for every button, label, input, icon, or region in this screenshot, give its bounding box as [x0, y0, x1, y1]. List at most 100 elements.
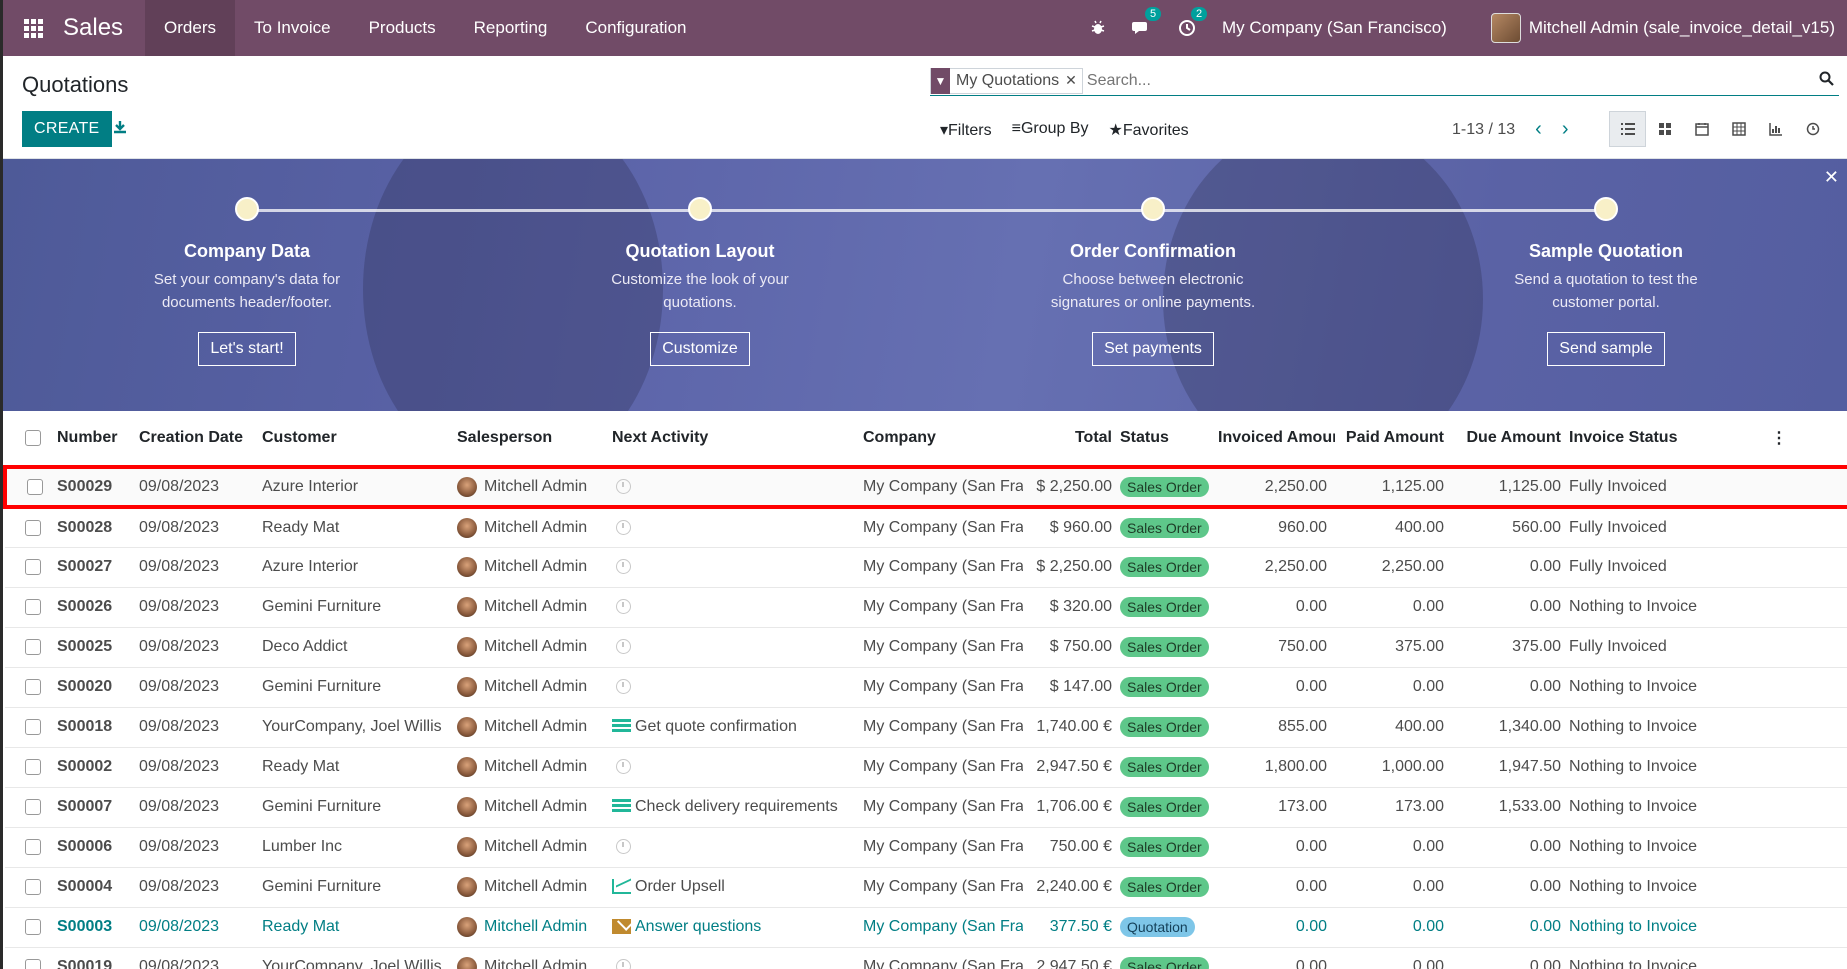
- column-next-activity[interactable]: Next Activity: [612, 411, 863, 468]
- activity-clock-icon[interactable]: [616, 759, 631, 775]
- company-switcher[interactable]: My Company (San Francisco): [1222, 18, 1447, 38]
- search-input[interactable]: [1086, 67, 1819, 94]
- calendar-view-icon[interactable]: [1683, 111, 1720, 147]
- row-next-activity[interactable]: [612, 547, 863, 588]
- table-row[interactable]: S00002 09/08/2023 Ready Mat Mitchell Admin M…: [5, 747, 1847, 788]
- column-paid-amount[interactable]: Paid Amount: [1335, 411, 1452, 468]
- column-due-amount[interactable]: Due Amount: [1452, 411, 1569, 468]
- column-total[interactable]: Total: [1023, 411, 1120, 468]
- search-facet[interactable]: ▼ My Quotations ✕: [930, 67, 1083, 94]
- row-next-activity[interactable]: Check delivery requirements: [612, 787, 863, 828]
- menu-orders[interactable]: Orders: [145, 0, 236, 56]
- pivot-view-icon[interactable]: [1720, 111, 1757, 147]
- groupby-dropdown[interactable]: ≡Group By: [1012, 120, 1089, 140]
- activity-clock-icon[interactable]: [616, 520, 631, 536]
- row-next-activity[interactable]: [612, 827, 863, 868]
- graph-view-icon[interactable]: [1757, 111, 1794, 147]
- activity-clock-icon[interactable]: [616, 839, 631, 855]
- column-company[interactable]: Company: [863, 411, 1023, 468]
- messages-icon[interactable]: 5: [1131, 7, 1162, 37]
- column-status[interactable]: Status: [1120, 411, 1218, 468]
- kanban-view-icon[interactable]: [1646, 111, 1683, 147]
- table-row[interactable]: S00004 09/08/2023 Gemini Furniture Mitchell…: [5, 867, 1847, 908]
- activities-clock-icon[interactable]: 2: [1178, 7, 1208, 37]
- row-checkbox[interactable]: [5, 827, 57, 868]
- filters-dropdown[interactable]: ▾Filters: [940, 120, 992, 140]
- download-icon[interactable]: [113, 118, 127, 139]
- row-next-activity[interactable]: [612, 747, 863, 788]
- column-invoice-status[interactable]: Invoice Status: [1569, 411, 1709, 468]
- table-row[interactable]: S00020 09/08/2023 Gemini Furniture Mitchell…: [5, 667, 1847, 708]
- activity-todo-icon[interactable]: [612, 799, 631, 815]
- row-next-activity[interactable]: [612, 627, 863, 668]
- table-row[interactable]: S00028 09/08/2023 Ready Mat Mitchell Admin M…: [5, 507, 1847, 548]
- send-sample-button[interactable]: Send sample: [1547, 332, 1665, 366]
- apps-menu-icon[interactable]: [3, 0, 63, 56]
- row-checkbox[interactable]: [5, 947, 57, 969]
- menu-to-invoice[interactable]: To Invoice: [235, 0, 350, 56]
- activity-view-icon[interactable]: [1794, 111, 1831, 147]
- row-next-activity[interactable]: [612, 587, 863, 628]
- column-number[interactable]: Number: [57, 411, 139, 468]
- menu-reporting[interactable]: Reporting: [455, 0, 567, 56]
- table-row[interactable]: S00003 09/08/2023 Ready Mat Mitchell Admin A…: [5, 907, 1847, 948]
- pager-previous-icon[interactable]: ‹: [1535, 118, 1542, 141]
- row-next-activity[interactable]: [612, 947, 863, 969]
- row-next-activity[interactable]: [612, 465, 863, 509]
- table-row[interactable]: S00029 09/08/2023 Azure Interior Mitchell A…: [3, 465, 1847, 509]
- activity-clock-icon[interactable]: [616, 639, 631, 655]
- activity-clock-icon[interactable]: [616, 599, 631, 615]
- activity-clock-icon[interactable]: [616, 479, 631, 495]
- search-bar[interactable]: ▼ My Quotations ✕: [930, 66, 1839, 96]
- list-view-icon[interactable]: [1609, 111, 1646, 147]
- table-row[interactable]: S00006 09/08/2023 Lumber Inc Mitchell Admin…: [5, 827, 1847, 868]
- close-icon[interactable]: ✕: [1824, 167, 1839, 188]
- activity-envelope-icon[interactable]: [612, 919, 631, 935]
- row-checkbox[interactable]: [5, 747, 57, 788]
- row-checkbox[interactable]: [3, 465, 57, 509]
- row-next-activity[interactable]: Get quote confirmation: [612, 707, 863, 748]
- user-menu[interactable]: Mitchell Admin (sale_invoice_detail_v15): [1490, 13, 1835, 43]
- activity-clock-icon[interactable]: [616, 679, 631, 695]
- column-customer[interactable]: Customer: [262, 411, 457, 468]
- app-brand[interactable]: Sales: [63, 14, 145, 42]
- search-icon[interactable]: [1819, 70, 1839, 91]
- row-checkbox[interactable]: [5, 707, 57, 748]
- row-checkbox[interactable]: [5, 547, 57, 588]
- table-row[interactable]: S00026 09/08/2023 Gemini Furniture Mitchell…: [5, 587, 1847, 628]
- create-button[interactable]: CREATE: [22, 111, 112, 147]
- column-creation-date[interactable]: Creation Date: [139, 411, 262, 468]
- row-checkbox[interactable]: [5, 587, 57, 628]
- row-next-activity[interactable]: [612, 507, 863, 548]
- row-checkbox[interactable]: [5, 627, 57, 668]
- select-all-checkbox[interactable]: [5, 411, 57, 468]
- lets-start-button[interactable]: Let's start!: [198, 332, 296, 366]
- column-invoiced-amount[interactable]: Invoiced Amount: [1218, 411, 1335, 468]
- activity-clock-icon[interactable]: [616, 959, 631, 969]
- row-next-activity[interactable]: [612, 667, 863, 708]
- row-checkbox[interactable]: [5, 787, 57, 828]
- activity-upsell-chart-icon[interactable]: [612, 879, 631, 895]
- set-payments-button[interactable]: Set payments: [1092, 332, 1214, 366]
- table-row[interactable]: S00027 09/08/2023 Azure Interior Mitchell A…: [5, 547, 1847, 588]
- pager-value[interactable]: 1-13 / 13: [1452, 121, 1515, 139]
- row-next-activity[interactable]: Answer questions: [612, 907, 863, 948]
- activity-clock-icon[interactable]: [616, 559, 631, 575]
- column-salesperson[interactable]: Salesperson: [457, 411, 612, 468]
- pager-next-icon[interactable]: ›: [1562, 118, 1569, 141]
- menu-products[interactable]: Products: [350, 0, 455, 56]
- row-checkbox[interactable]: [5, 667, 57, 708]
- row-next-activity[interactable]: Order Upsell: [612, 867, 863, 908]
- row-checkbox[interactable]: [5, 907, 57, 948]
- optional-columns-icon[interactable]: ⋮: [1709, 411, 1847, 468]
- customize-button[interactable]: Customize: [650, 332, 750, 366]
- table-row[interactable]: S00007 09/08/2023 Gemini Furniture Mitchell…: [5, 787, 1847, 828]
- menu-configuration[interactable]: Configuration: [566, 0, 705, 56]
- table-row[interactable]: S00025 09/08/2023 Deco Addict Mitchell Admi…: [5, 627, 1847, 668]
- facet-remove-icon[interactable]: ✕: [1065, 72, 1082, 89]
- table-row[interactable]: S00018 09/08/2023 YourCompany, Joel Willis…: [5, 707, 1847, 748]
- debug-bug-icon[interactable]: [1090, 20, 1106, 36]
- row-checkbox[interactable]: [5, 867, 57, 908]
- favorites-dropdown[interactable]: ★Favorites: [1109, 120, 1189, 140]
- table-row[interactable]: S00019 09/08/2023 YourCompany, Joel Willis…: [5, 947, 1847, 969]
